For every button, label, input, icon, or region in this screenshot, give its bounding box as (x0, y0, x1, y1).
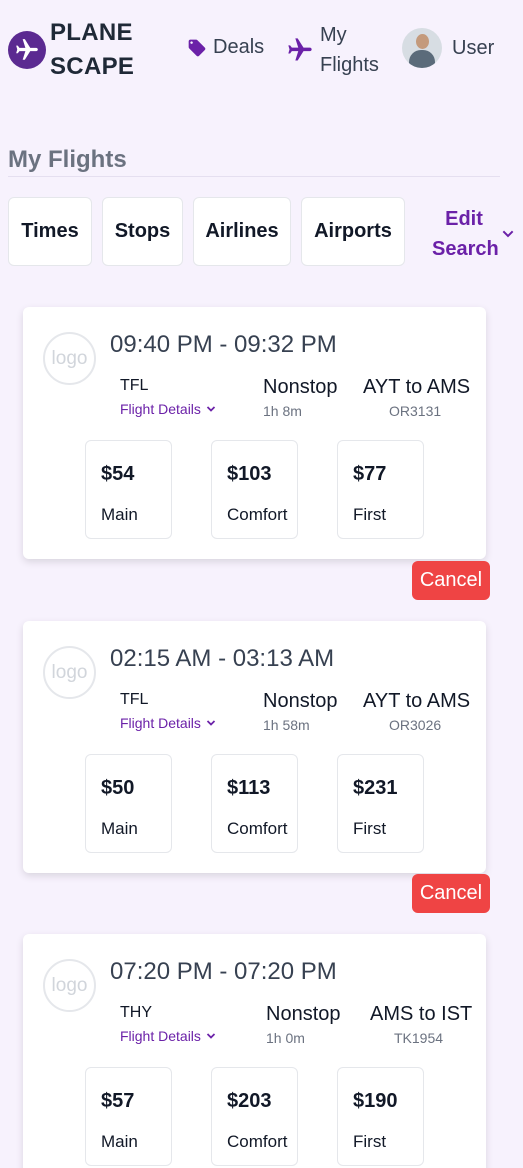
chevron-down-icon (206, 406, 216, 412)
fare-price: $190 (353, 1090, 398, 1112)
flight-route: AMS to IST (370, 1003, 473, 1025)
fare-price: $203 (227, 1090, 272, 1112)
plane-logo-icon (8, 31, 46, 69)
fare-option-first[interactable]: $190 First (337, 1067, 424, 1166)
filter-stops-button[interactable]: Stops (102, 197, 183, 266)
nav-user-label: User (452, 36, 495, 59)
flight-details-link[interactable]: Flight Details (120, 715, 217, 731)
flight-card: logo 02:15 AM - 03:13 AM TFL Flight Deta… (23, 621, 486, 873)
flight-duration: 1h 8m (263, 403, 302, 419)
nav-deals-label: Deals (213, 36, 265, 58)
title-divider (8, 176, 500, 177)
flight-details-label: Flight Details (120, 401, 201, 417)
flight-card: logo 09:40 PM - 09:32 PM TFL Flight Deta… (23, 307, 486, 559)
airline-logo: logo (43, 332, 96, 385)
nav-user[interactable]: User (402, 28, 494, 68)
flight-details-link[interactable]: Flight Details (120, 1028, 217, 1044)
flight-stops: Nonstop (263, 376, 338, 398)
flight-details-label: Flight Details (120, 1028, 201, 1044)
tag-icon (188, 39, 206, 56)
fare-class: Main (101, 1132, 138, 1151)
flight-times: 09:40 PM - 09:32 PM (110, 331, 337, 358)
edit-search-line1: Edit (445, 208, 483, 230)
nav-my-flights[interactable]: My Flights (286, 20, 379, 80)
chevron-down-icon (206, 720, 216, 726)
airline-code: TFL (120, 377, 149, 394)
fare-option-main[interactable]: $54 Main (85, 440, 172, 539)
fare-price: $50 (101, 777, 135, 799)
airplane-icon (288, 38, 312, 61)
fare-option-comfort[interactable]: $103 Comfort (211, 440, 298, 539)
filter-airlines-button[interactable]: Airlines (193, 197, 291, 266)
flight-card: logo 07:20 PM - 07:20 PM THY Flight Deta… (23, 934, 486, 1168)
nav-deals[interactable]: Deals (187, 36, 264, 59)
avatar-head (416, 34, 429, 49)
filter-airports-button[interactable]: Airports (301, 197, 405, 266)
brand-name-line2: SCAPE (50, 53, 135, 80)
flight-times: 07:20 PM - 07:20 PM (110, 958, 337, 985)
fare-price: $77 (353, 463, 387, 485)
fare-class: Main (101, 505, 138, 524)
flight-number: TK1954 (394, 1030, 444, 1046)
fare-option-comfort[interactable]: $113 Comfort (211, 754, 298, 853)
edit-search-button[interactable]: Edit Search (432, 204, 522, 264)
brand-name-line1: PLANE (50, 19, 133, 46)
flight-duration: 1h 0m (266, 1030, 305, 1046)
flight-number: OR3026 (389, 717, 442, 733)
fare-price: $54 (101, 463, 135, 485)
nav-my-flights-line2: Flights (320, 54, 379, 76)
fare-option-main[interactable]: $57 Main (85, 1067, 172, 1166)
fare-class: First (353, 1132, 387, 1151)
brand[interactable]: PLANE SCAPE (8, 16, 134, 84)
airline-logo: logo (43, 959, 96, 1012)
fare-option-main[interactable]: $50 Main (85, 754, 172, 853)
fare-option-comfort[interactable]: $203 Comfort (211, 1067, 298, 1166)
flight-duration: 1h 58m (263, 717, 310, 733)
fare-class: Comfort (227, 505, 288, 524)
filter-times-button[interactable]: Times (8, 197, 92, 266)
fare-option-first[interactable]: $77 First (337, 440, 424, 539)
top-nav: PLANE SCAPE Deals My Flights User (0, 0, 523, 100)
cancel-flight-button[interactable]: Cancel (412, 561, 490, 600)
flight-number: OR3131 (389, 403, 442, 419)
edit-search-line2: Search (432, 238, 499, 260)
flight-route: AYT to AMS (363, 376, 471, 398)
flight-stops: Nonstop (263, 690, 338, 712)
chevron-down-icon (206, 1033, 216, 1039)
edit-search-label: Edit Search (432, 204, 499, 264)
fare-price: $103 (227, 463, 272, 485)
nav-my-flights-line1: My (320, 24, 347, 46)
avatar (402, 28, 442, 68)
chevron-down-icon (502, 230, 514, 238)
brand-name: PLANE SCAPE (50, 16, 134, 84)
page-title: My Flights (8, 146, 127, 173)
nav-my-flights-label: My Flights (320, 20, 379, 80)
fare-class: First (353, 505, 387, 524)
fare-price: $57 (101, 1090, 135, 1112)
airline-code: THY (120, 1004, 152, 1021)
flight-route: AYT to AMS (363, 690, 471, 712)
fare-option-first[interactable]: $231 First (337, 754, 424, 853)
fare-price: $113 (227, 777, 271, 799)
cancel-flight-button[interactable]: Cancel (412, 874, 490, 913)
fare-price: $231 (353, 777, 398, 799)
airline-logo: logo (43, 646, 96, 699)
fare-class: Comfort (227, 819, 288, 838)
avatar-body (409, 50, 435, 68)
flight-details-label: Flight Details (120, 715, 201, 731)
flight-stops: Nonstop (266, 1003, 341, 1025)
fare-class: First (353, 819, 387, 838)
flight-times: 02:15 AM - 03:13 AM (110, 645, 335, 672)
fare-class: Main (101, 819, 138, 838)
fare-class: Comfort (227, 1132, 288, 1151)
airline-code: TFL (120, 691, 149, 708)
flight-details-link[interactable]: Flight Details (120, 401, 217, 417)
